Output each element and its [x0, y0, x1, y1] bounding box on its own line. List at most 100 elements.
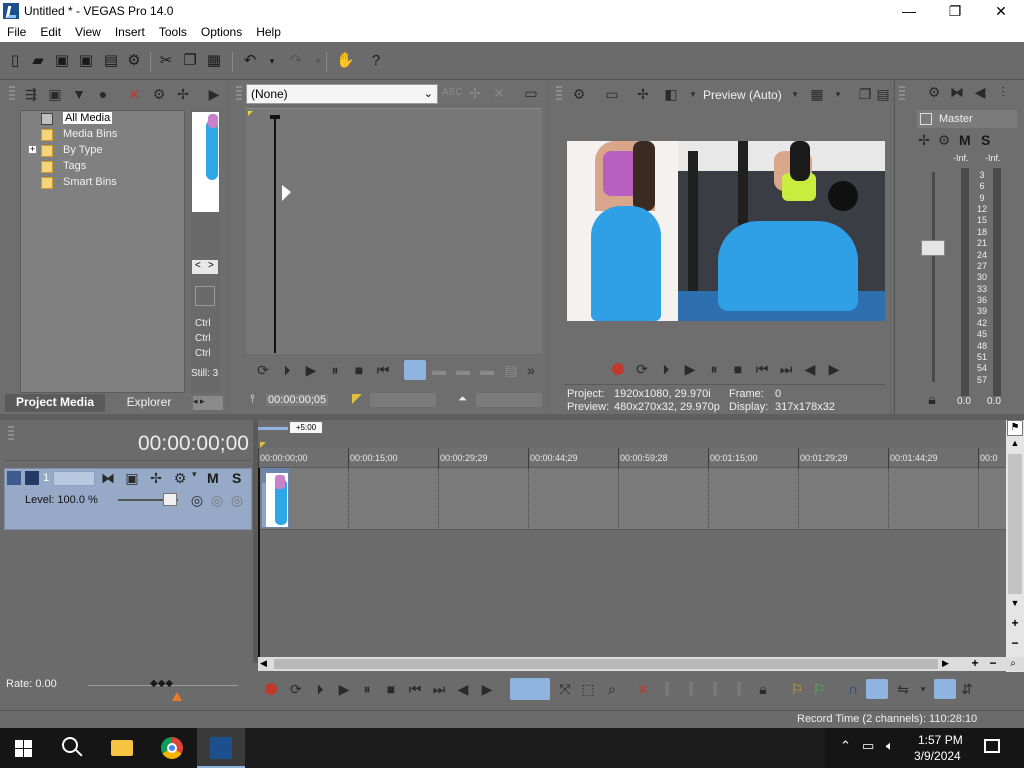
speaker-icon[interactable]: ◀	[971, 83, 989, 101]
preview-quality[interactable]: Preview (Auto)	[703, 88, 782, 102]
thumb-nav[interactable]: < >	[192, 260, 218, 274]
flag-icon[interactable]: ⚑	[1007, 420, 1023, 436]
go-to-start-icon[interactable]: ⏮	[374, 361, 392, 379]
menu-insert[interactable]: Insert	[108, 22, 152, 42]
zoom-out-vertical-icon[interactable]: −	[1007, 636, 1023, 652]
scroll-up-icon[interactable]: ▲	[1007, 438, 1023, 452]
get-media-icon[interactable]: ▼	[70, 85, 88, 103]
expand-icon[interactable]: +	[28, 145, 37, 154]
copy-icon[interactable]: ❐	[182, 53, 198, 69]
redo-icon[interactable]: ↷	[288, 53, 304, 69]
ignore-grouping-icon[interactable]: ⇵	[958, 680, 976, 698]
menu-view[interactable]: View	[68, 22, 108, 42]
panel-grip-icon[interactable]	[899, 86, 905, 102]
normal-edit-tool-icon[interactable]	[510, 678, 550, 700]
overlays-dropdown-icon[interactable]: ▾	[829, 85, 847, 103]
capture-icon[interactable]: ▣	[46, 85, 64, 103]
more-icon[interactable]: »	[522, 361, 540, 379]
master-gear-icon[interactable]: ⚙	[935, 131, 953, 149]
help-icon[interactable]: ?	[368, 53, 384, 69]
windows-start-icon[interactable]	[15, 740, 32, 757]
delete-icon[interactable]: ✕	[634, 680, 652, 698]
add-before-icon[interactable]: ▬	[454, 361, 472, 379]
remove-icon[interactable]: ✕	[125, 85, 143, 103]
stop-icon[interactable]: ■	[729, 360, 747, 378]
audio-fx-icon[interactable]: ⫶	[994, 83, 1012, 101]
auto-crossfade-icon[interactable]	[866, 679, 888, 699]
open-folder-icon[interactable]: ▰	[30, 53, 46, 69]
play-icon[interactable]: ▶	[302, 361, 320, 379]
zoom-in-icon[interactable]: +	[968, 657, 982, 671]
prev-frame-icon[interactable]: ◀	[801, 360, 819, 378]
nav-prev[interactable]: <	[195, 260, 201, 271]
network-icon[interactable]: ▭	[862, 738, 874, 754]
menu-options[interactable]: Options	[194, 22, 249, 42]
play-from-start-icon[interactable]: ⏵	[278, 361, 296, 379]
menu-file[interactable]: File	[0, 22, 33, 42]
lock-envelopes-icon[interactable]	[934, 679, 956, 699]
new-file-icon[interactable]: ▯	[7, 53, 23, 69]
trimmer-viewer[interactable]	[246, 108, 542, 354]
preview-settings-icon[interactable]: ⚙	[570, 85, 588, 103]
go-to-start-icon[interactable]: ⏮	[753, 360, 771, 378]
track-solo-button[interactable]: S	[232, 470, 241, 486]
panel-grip-icon[interactable]	[236, 86, 242, 102]
tab-explorer[interactable]: Explorer	[115, 394, 183, 412]
preview-video-frame[interactable]	[567, 141, 885, 321]
pause-icon[interactable]: ⏸	[358, 680, 376, 698]
fx-icon[interactable]: ✢	[466, 84, 484, 102]
composite-mode-icon[interactable]: ◎	[188, 491, 206, 509]
video-fx-icon[interactable]: ✢	[634, 85, 652, 103]
stop-icon[interactable]: ■	[382, 680, 400, 698]
parent-mode-icon[interactable]: ◎	[208, 491, 226, 509]
panel-grip-icon[interactable]	[556, 86, 562, 102]
add-to-timeline-icon[interactable]: ▬	[430, 361, 448, 379]
vegas-taskbar-button[interactable]	[197, 728, 245, 768]
envelope-tool-icon[interactable]: ⤧	[556, 680, 574, 698]
pause-icon[interactable]: ⏸	[326, 361, 344, 379]
clear-icon[interactable]: ✕	[490, 84, 508, 102]
master-fader-handle[interactable]	[921, 240, 945, 256]
region-icon[interactable]: ⚐	[810, 680, 828, 698]
ripple-edit-icon[interactable]: ⇋	[894, 680, 912, 698]
scroll-left-icon[interactable]: ◀	[260, 658, 267, 669]
tray-time[interactable]: 1:57 PM	[918, 733, 963, 747]
play-preview-icon[interactable]: ▶	[205, 85, 223, 103]
pause-icon[interactable]: ⏸	[705, 360, 723, 378]
compositing-gear-icon[interactable]: ⚙	[171, 469, 189, 487]
tray-date[interactable]: 3/9/2024	[914, 749, 961, 763]
mixer-settings-icon[interactable]: ⚙	[925, 83, 943, 101]
zoom-tool-icon[interactable]: ⌕	[1006, 657, 1020, 671]
video-track-header[interactable]: 1 ⧓ ▣ ✢ ⚙ ▾ M S Level: 100.0 % ◎ ◎ ◎	[4, 468, 252, 530]
close-button[interactable]: ✕	[978, 0, 1024, 22]
snapping-icon[interactable]: ∩	[844, 680, 862, 698]
ripple-dropdown-icon[interactable]: ▾	[914, 680, 932, 698]
menu-help[interactable]: Help	[249, 22, 288, 42]
record-icon[interactable]	[265, 683, 277, 695]
rate-slider-handle[interactable]: ◆◆◆	[150, 678, 173, 689]
maximize-button[interactable]: ❐	[932, 0, 978, 22]
master-solo-button[interactable]: S	[981, 132, 990, 148]
panel-grip-icon[interactable]	[9, 86, 15, 102]
copy-snapshot-icon[interactable]: ❐	[856, 85, 874, 103]
tab-project-media[interactable]: Project Media	[5, 394, 105, 412]
nav-next[interactable]: >	[208, 260, 214, 271]
trim-end-icon[interactable]: ⫿	[706, 680, 724, 698]
out-length-field[interactable]	[476, 393, 542, 407]
loop-icon[interactable]: ⟳	[287, 680, 305, 698]
zoom-tool-icon[interactable]: ⌕	[603, 680, 621, 698]
prev-frame-icon[interactable]: ◀	[454, 680, 472, 698]
trimmer-media-select[interactable]: (None) ⌄	[246, 84, 438, 104]
trim-start-icon[interactable]: ⫿	[682, 680, 700, 698]
video-event-clip[interactable]	[261, 468, 289, 528]
volume-muted-icon[interactable]: 🔈︎	[886, 738, 894, 754]
play-from-start-icon[interactable]: ⏵	[311, 680, 329, 698]
minimize-button[interactable]: —	[886, 0, 932, 22]
spell-icon[interactable]: ABC	[442, 84, 463, 102]
panel-grip-icon[interactable]	[8, 426, 14, 442]
tray-chevron-up-icon[interactable]: ⌃	[840, 738, 851, 754]
menu-tools[interactable]: Tools	[152, 22, 194, 42]
tab-scroll-icon[interactable]: ◂ ▸	[193, 396, 223, 410]
downmix-icon[interactable]: ⧓	[948, 83, 966, 101]
h-scroll-thumb[interactable]	[274, 659, 938, 669]
